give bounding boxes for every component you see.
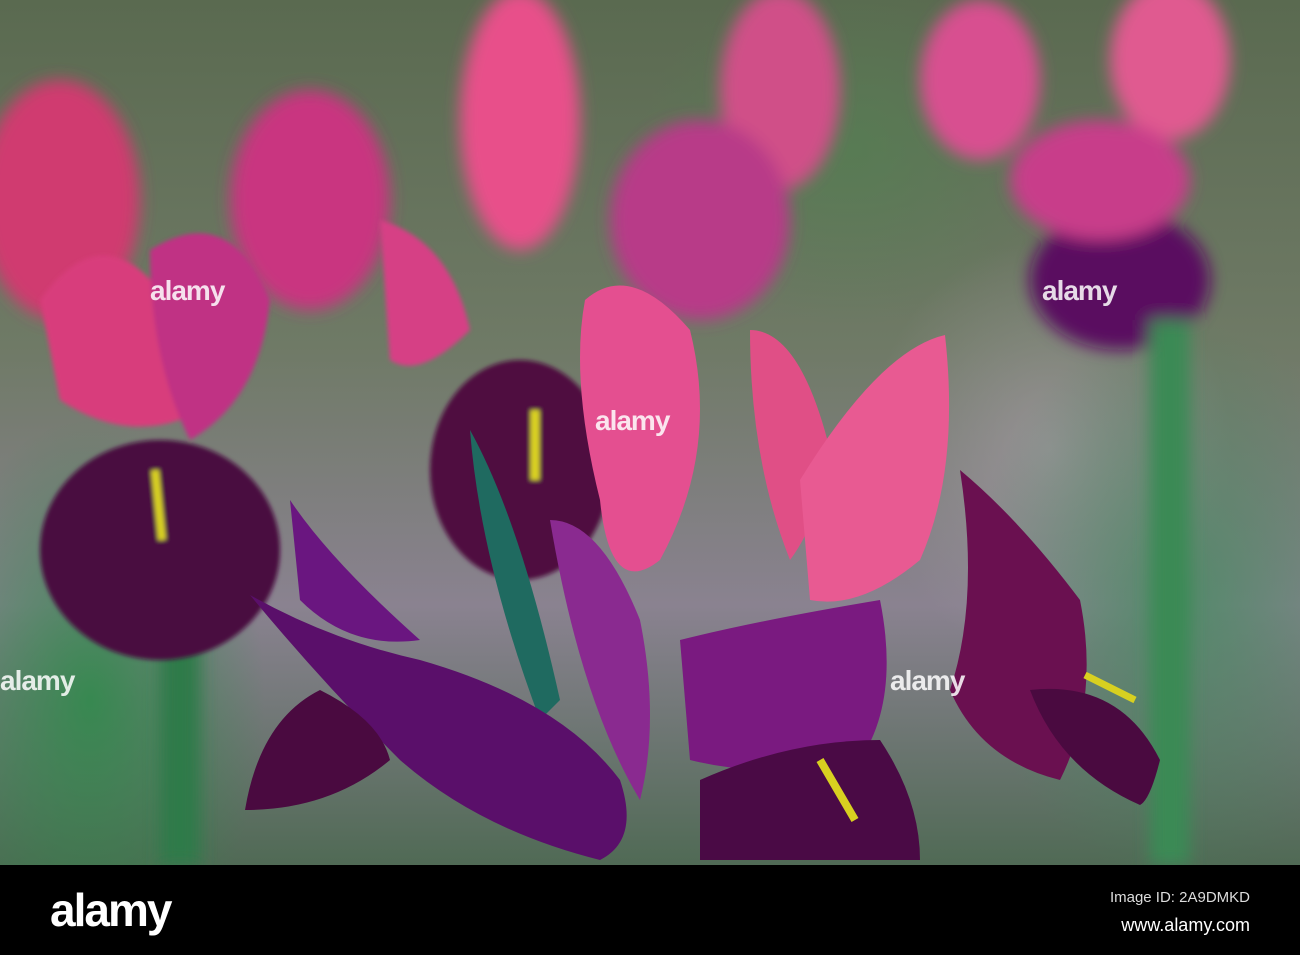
alamy-logo[interactable]: alamy	[50, 883, 172, 937]
watermark: alamy	[595, 405, 670, 436]
iris-flowers-photo: alamy alamy alamy alamy alamy	[0, 0, 1300, 865]
front-iris	[245, 285, 1160, 860]
watermark: alamy	[150, 275, 225, 306]
image-id: Image ID: 2A9DMKD	[1109, 889, 1250, 906]
watermark: alamy	[1042, 275, 1117, 306]
footer-bar: alamy Image ID: 2A9DMKD www.alamy.com	[0, 865, 1300, 955]
website-link[interactable]: www.alamy.com	[1121, 915, 1250, 936]
watermark: alamy	[0, 665, 75, 696]
stock-photo-page: alamy alamy alamy alamy alamy alamy Imag…	[0, 0, 1300, 955]
watermark: alamy	[890, 665, 965, 696]
